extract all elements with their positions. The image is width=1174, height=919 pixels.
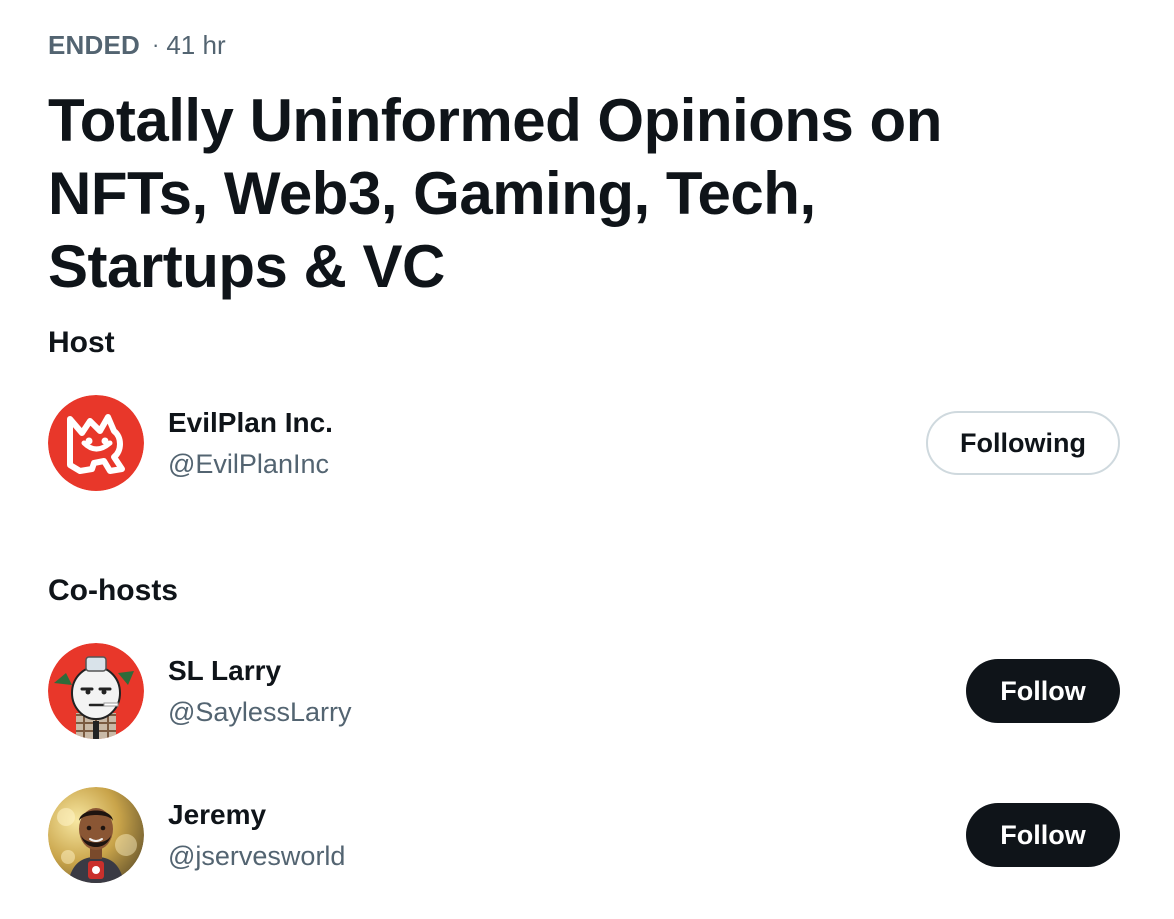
cohost-handle[interactable]: @jservesworld [168, 837, 345, 875]
cohost-name[interactable]: SL Larry [168, 653, 351, 689]
cohost-name[interactable]: Jeremy [168, 797, 345, 833]
space-duration: 41 hr [166, 29, 226, 60]
space-status-line: ENDED · 41 hr [48, 28, 226, 62]
cohost-row[interactable]: SL Larry @SaylessLarry Follow [48, 643, 1120, 739]
cohost-row[interactable]: Jeremy @jservesworld Follow [48, 787, 1120, 883]
follow-button[interactable]: Follow [966, 659, 1120, 723]
evilplan-logo-icon[interactable] [48, 395, 144, 491]
host-info: EvilPlan Inc. @EvilPlanInc [168, 405, 333, 483]
space-title: Totally Uninformed Opinions on NFTs, Web… [48, 87, 942, 300]
host-row[interactable]: EvilPlan Inc. @EvilPlanInc Following [48, 395, 1120, 491]
cohosts-section-label: Co-hosts [48, 574, 178, 607]
status-separator: · [152, 32, 160, 57]
cohost-info: Jeremy @jservesworld [168, 797, 345, 875]
cohost-handle[interactable]: @SaylessLarry [168, 693, 351, 731]
host-handle[interactable]: @EvilPlanInc [168, 445, 333, 483]
cohost-info: SL Larry @SaylessLarry [168, 653, 351, 731]
follow-button[interactable]: Follow [966, 803, 1120, 867]
space-status-tag: ENDED [48, 29, 141, 60]
host-name[interactable]: EvilPlan Inc. [168, 405, 333, 441]
host-section-label: Host [48, 326, 115, 359]
cartoon-character-avatar-icon[interactable] [48, 643, 144, 739]
following-button[interactable]: Following [926, 411, 1120, 475]
bitmoji-avatar-icon[interactable] [48, 787, 144, 883]
